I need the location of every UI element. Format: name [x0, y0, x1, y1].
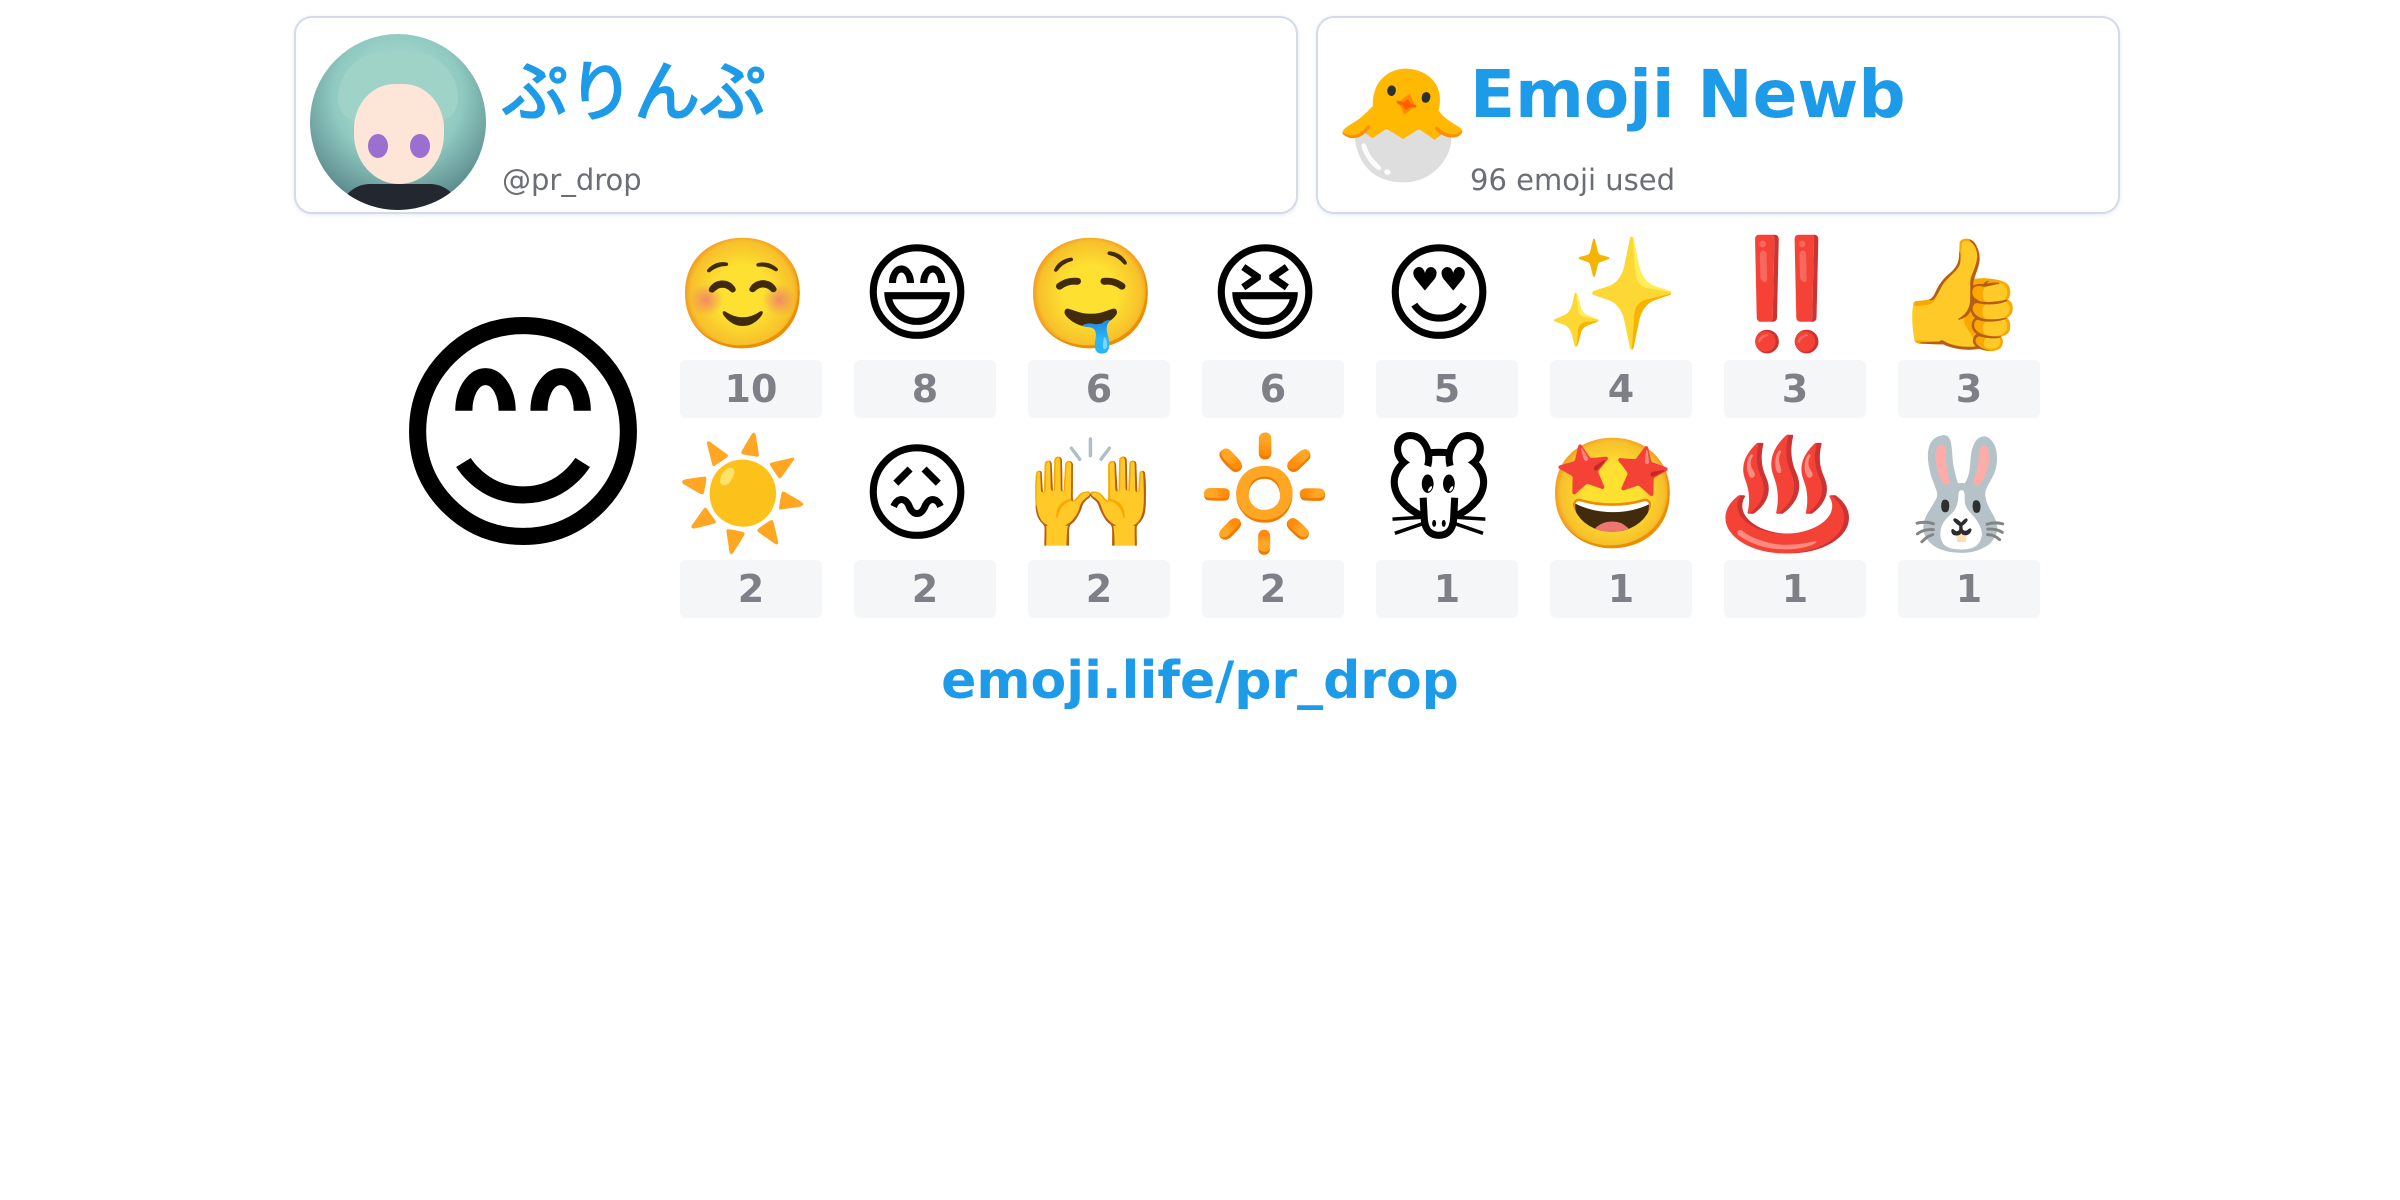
emoji-count: 1: [1550, 560, 1692, 618]
emoji-count: 2: [680, 560, 822, 618]
emoji-stat-item[interactable]: 😖 2: [846, 432, 996, 632]
emoji-stat-item[interactable]: 👍 3: [1890, 232, 2040, 432]
emoji-count: 8: [854, 360, 996, 418]
emoji-stat-item[interactable]: ♨️ 1: [1716, 432, 1866, 632]
emoji-stat-item[interactable]: ☺️ 10: [672, 232, 822, 432]
emoji-stat-item[interactable]: 🤩 1: [1542, 432, 1692, 632]
emoji-stat-item[interactable]: ✨ 4: [1542, 232, 1692, 432]
emoji-count: 10: [680, 360, 822, 418]
emoji-count: 4: [1550, 360, 1692, 418]
user-card[interactable]: ぷりんぷ @pr_drop: [294, 16, 1298, 214]
emoji-stat-item[interactable]: ‼️ 3: [1716, 232, 1866, 432]
emoji-icon: 😄: [860, 232, 974, 357]
emoji-stat-item[interactable]: 🔆 2: [1194, 432, 1344, 632]
emoji-icon: 😆: [1208, 232, 1322, 357]
emoji-used-count: 96 emoji used: [1470, 163, 1676, 197]
rank-card: 🐣 Emoji Newb 96 emoji used: [1316, 16, 2120, 214]
emoji-stats-page: ぷりんぷ @pr_drop 🐣 Emoji Newb 96 emoji used…: [0, 0, 2400, 1200]
user-display-name[interactable]: ぷりんぷ: [502, 60, 766, 126]
emoji-stat-item[interactable]: 😍 5: [1368, 232, 1518, 432]
emoji-stat-item[interactable]: ☀️ 2: [672, 432, 822, 632]
user-handle[interactable]: @pr_drop: [502, 166, 642, 195]
emoji-icon: 🙌: [1023, 432, 1159, 557]
emoji-icon: 👍: [1893, 232, 2029, 357]
top-emoji-smiling-face-icon: 😊: [387, 286, 659, 588]
emoji-stat-item[interactable]: 🐭 1: [1368, 432, 1518, 632]
avatar-face: [354, 84, 444, 184]
emoji-icon: ‼️: [1719, 232, 1855, 357]
profile-link[interactable]: emoji.life/pr_drop: [0, 650, 2400, 712]
emoji-icon: ☀️: [675, 432, 811, 557]
emoji-count: 3: [1898, 360, 2040, 418]
emoji-count: 5: [1376, 360, 1518, 418]
emoji-count: 1: [1898, 560, 2040, 618]
emoji-icon: ✨: [1545, 232, 1681, 357]
emoji-count: 2: [1028, 560, 1170, 618]
emoji-icon: 😖: [860, 432, 974, 557]
emoji-count: 6: [1202, 360, 1344, 418]
emoji-count: 1: [1376, 560, 1518, 618]
emoji-count: 3: [1724, 360, 1866, 418]
avatar-clothing: [340, 184, 460, 210]
emoji-icon: ♨️: [1719, 432, 1855, 557]
rank-title: Emoji Newb: [1470, 56, 1906, 133]
emoji-icon: ☺️: [675, 232, 811, 357]
emoji-icon: 🔆: [1197, 432, 1333, 557]
emoji-stat-item[interactable]: 🐰 1: [1890, 432, 2040, 632]
emoji-count: 2: [854, 560, 996, 618]
avatar-eye-right: [410, 134, 430, 158]
emoji-stat-item[interactable]: 😆 6: [1194, 232, 1344, 432]
emoji-stat-item[interactable]: 😄 8: [846, 232, 996, 432]
emoji-icon: 🤤: [1023, 232, 1159, 357]
emoji-icon: 😍: [1382, 232, 1496, 357]
emoji-count: 6: [1028, 360, 1170, 418]
emoji-stat-item[interactable]: 🙌 2: [1020, 432, 1170, 632]
user-avatar[interactable]: [310, 34, 486, 210]
emoji-count: 2: [1202, 560, 1344, 618]
avatar-eye-left: [368, 134, 388, 158]
emoji-count: 1: [1724, 560, 1866, 618]
emoji-icon: 🐰: [1893, 432, 2029, 557]
emoji-icon: 🤩: [1545, 432, 1681, 557]
hatching-chick-icon: 🐣: [1334, 59, 1471, 187]
emoji-stat-item[interactable]: 🤤 6: [1020, 232, 1170, 432]
emoji-icon: 🐭: [1382, 432, 1496, 557]
